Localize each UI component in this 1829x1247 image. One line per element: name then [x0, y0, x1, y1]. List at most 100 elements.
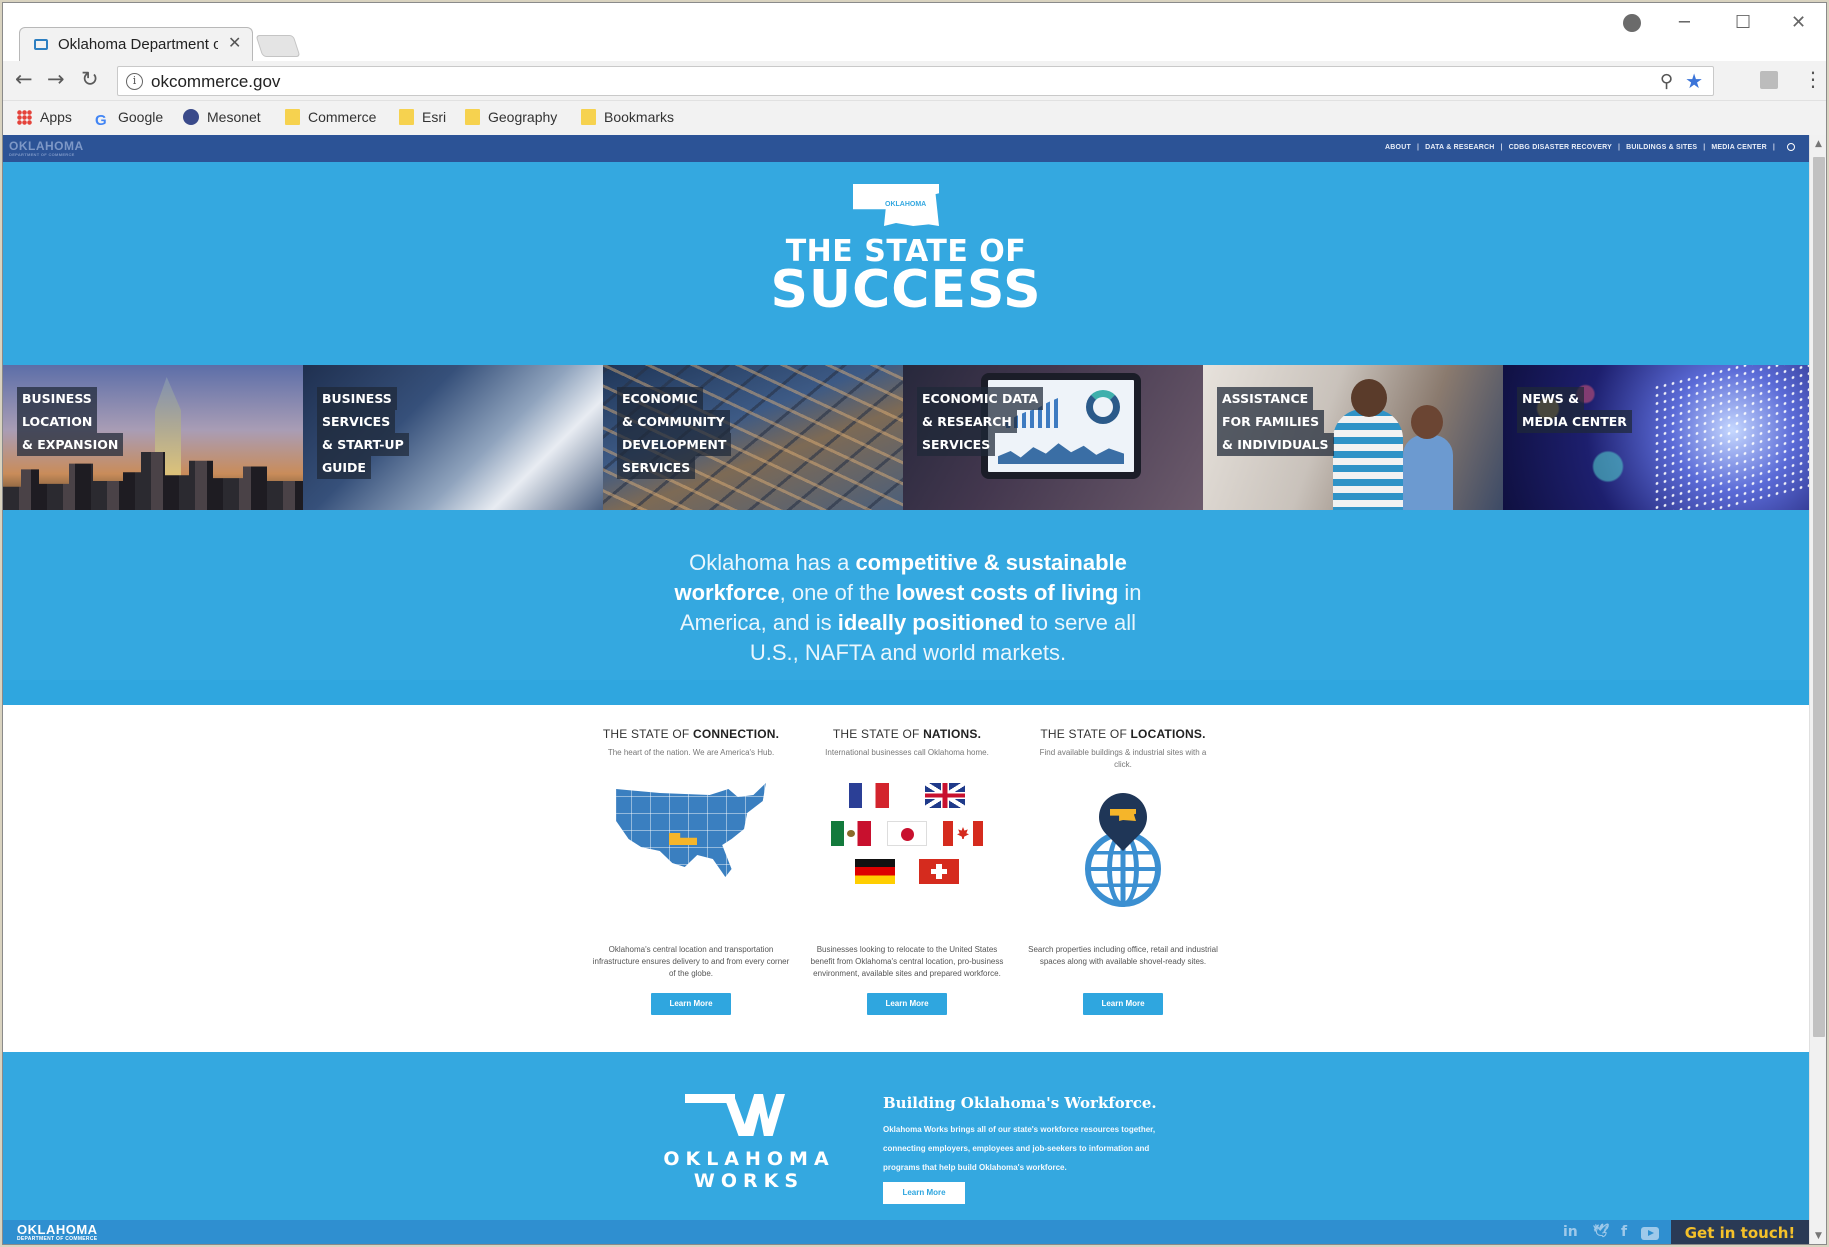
person-image	[1411, 405, 1443, 439]
site-logo-small[interactable]: OKLAHOMA DEPARTMENT OF COMMERCE	[9, 139, 84, 157]
scrollbar-thumb[interactable]	[1813, 157, 1825, 1037]
bookmark-bookmarks[interactable]: Bookmarks	[581, 109, 674, 125]
tile-label-line: & START-UP	[317, 433, 409, 456]
folder-icon	[581, 109, 596, 125]
bookmarks-bar: Apps G Google Mesonet Commerce Esri Geogr…	[3, 101, 1826, 135]
feature-description: Oklahoma's central location and transpor…	[592, 945, 790, 978]
tile-label-line: NEWS &	[1517, 387, 1585, 410]
get-in-touch-button[interactable]: Get in touch!	[1671, 1220, 1809, 1244]
back-arrow-icon[interactable]: ←	[15, 67, 33, 91]
tile-news-media[interactable]: NEWS & MEDIA CENTER	[1503, 365, 1809, 510]
browser-menu-icon[interactable]: ⋮	[1803, 67, 1823, 91]
extension-icon[interactable]	[1760, 71, 1778, 89]
tile-label-line: FOR FAMILIES	[1217, 410, 1325, 433]
tile-business-location[interactable]: BUSINESS LOCATION & EXPANSION	[3, 365, 303, 510]
nav-media-center[interactable]: MEDIA CENTER	[1711, 144, 1766, 151]
scroll-down-icon[interactable]: ▼	[1815, 1231, 1822, 1241]
tile-business-services[interactable]: BUSINESS SERVICES & START-UP GUIDE	[303, 365, 603, 510]
maximize-icon[interactable]: ☐	[1735, 12, 1751, 33]
sticky-footer-bar: OKLAHOMA DEPARTMENT OF COMMERCE in 🕊 f G…	[3, 1220, 1809, 1244]
features-section: THE STATE OF CONNECTION. The heart of th…	[3, 705, 1809, 1052]
tile-label: BUSINESS LOCATION & EXPANSION	[17, 387, 124, 456]
bookmark-commerce[interactable]: Commerce	[285, 109, 376, 125]
new-tab-button[interactable]	[255, 35, 301, 57]
nav-buildings-sites[interactable]: BUILDINGS & SITES	[1626, 144, 1697, 151]
feature-description: Search properties including office, reta…	[1028, 945, 1218, 966]
learn-more-locations-button[interactable]: Learn More	[1083, 993, 1163, 1015]
bookmark-label: Apps	[40, 109, 72, 125]
site-search-icon[interactable]	[1787, 143, 1795, 151]
feature-title-bold: CONNECTION.	[692, 727, 780, 741]
bookmark-star-icon[interactable]: ★	[1685, 69, 1703, 93]
tile-economic-community[interactable]: ECONOMIC & COMMUNITY DEVELOPMENT SERVICE…	[603, 365, 903, 510]
tile-economic-data[interactable]: ECONOMIC DATA & RESEARCH SERVICES	[903, 365, 1203, 510]
feature-title-prefix: THE STATE OF	[602, 727, 693, 741]
japan-flag-icon	[887, 821, 927, 846]
minimize-icon[interactable]: ─	[1679, 12, 1690, 33]
forward-arrow-icon[interactable]: →	[47, 67, 65, 91]
youtube-icon[interactable]	[1641, 1227, 1659, 1240]
folder-icon	[465, 109, 480, 125]
scroll-up-icon[interactable]: ▲	[1815, 139, 1822, 149]
footer-logo[interactable]: OKLAHOMA DEPARTMENT OF COMMERCE	[17, 1223, 98, 1242]
feature-title-prefix: THE STATE OF	[1040, 727, 1131, 741]
apps-grid-icon	[17, 110, 32, 125]
bookmark-esri[interactable]: Esri	[399, 109, 446, 125]
logo-subtext: DEPARTMENT OF COMMERCE	[9, 152, 75, 157]
tile-label-line: BUSINESS	[317, 387, 397, 410]
top-navigation: ABOUT | DATA & RESEARCH | CDBG DISASTER RE…	[1385, 143, 1795, 151]
feature-nations: THE STATE OF NATIONS. International busi…	[807, 727, 1007, 1015]
feature-locations: THE STATE OF LOCATIONS. Find available b…	[1023, 727, 1223, 1015]
tile-label-line: BUSINESS	[17, 387, 97, 410]
tile-label-line: SERVICES	[617, 456, 696, 479]
learn-more-nations-button[interactable]: Learn More	[867, 993, 947, 1015]
tab-title: Oklahoma Department o	[58, 36, 218, 53]
page-favicon-icon	[34, 39, 48, 50]
bookmark-apps[interactable]: Apps	[17, 109, 72, 125]
url-text[interactable]: okcommerce.gov	[151, 72, 280, 92]
nav-data-research[interactable]: DATA & RESEARCH	[1425, 144, 1494, 151]
us-map-state-lines	[616, 783, 766, 877]
profile-icon[interactable]	[1623, 14, 1641, 32]
site-info-icon[interactable]: i	[126, 73, 143, 90]
linkedin-icon[interactable]: in	[1563, 1224, 1578, 1240]
reload-icon[interactable]: ↻	[81, 67, 99, 91]
bookmark-label: Bookmarks	[604, 109, 675, 125]
tile-label-line: LOCATION	[17, 410, 98, 433]
facebook-icon[interactable]: f	[1621, 1224, 1627, 1240]
tile-label: ECONOMIC DATA & RESEARCH SERVICES	[917, 387, 1044, 456]
tile-label: ECONOMIC & COMMUNITY DEVELOPMENT SERVICE…	[617, 387, 732, 479]
bookmark-geography[interactable]: Geography	[465, 109, 557, 125]
bookmark-mesonet[interactable]: Mesonet	[183, 109, 261, 125]
tile-label-line: GUIDE	[317, 456, 371, 479]
nav-cdbg-disaster-recovery[interactable]: CDBG DISASTER RECOVERY	[1509, 144, 1612, 151]
close-tab-icon[interactable]: ✕	[228, 33, 241, 52]
browser-tab[interactable]: Oklahoma Department o ✕	[19, 27, 253, 62]
zoom-icon[interactable]: ⚲	[1660, 71, 1673, 92]
bookmark-google[interactable]: G Google	[95, 109, 163, 129]
tagline-emphasis: ideally positioned	[837, 610, 1024, 635]
child-image	[1403, 435, 1453, 510]
world-flags-icon	[807, 781, 1007, 901]
hero-banner: OKLAHOMA THE STATE OF SUCCESS	[3, 162, 1809, 365]
address-bar[interactable]: i okcommerce.gov ⚲ ★	[117, 66, 1714, 96]
tile-label-line: MEDIA CENTER	[1517, 410, 1632, 433]
tagline-emphasis: lowest costs of living	[895, 580, 1119, 605]
tile-label-line: & EXPANSION	[17, 433, 124, 456]
twitter-icon[interactable]: 🕊	[1593, 1224, 1610, 1239]
nav-about[interactable]: ABOUT	[1385, 144, 1411, 151]
tile-label-line: & INDIVIDUALS	[1217, 433, 1334, 456]
works-description: Oklahoma Works brings all of our state's…	[883, 1125, 1156, 1172]
close-window-icon[interactable]: ✕	[1791, 12, 1806, 33]
canada-flag-icon	[943, 821, 983, 846]
tagline-part: Oklahoma has a	[689, 550, 856, 575]
tile-label: ASSISTANCE FOR FAMILIES & INDIVIDUALS	[1217, 387, 1334, 456]
tile-assistance[interactable]: ASSISTANCE FOR FAMILIES & INDIVIDUALS	[1203, 365, 1503, 510]
learn-more-works-button[interactable]: Learn More	[883, 1182, 965, 1204]
switzerland-flag-icon	[919, 859, 959, 884]
folder-icon	[399, 109, 414, 125]
learn-more-connection-button[interactable]: Learn More	[651, 993, 731, 1015]
mesonet-icon	[183, 109, 199, 125]
oklahoma-state-shape-icon: OKLAHOMA	[853, 184, 939, 226]
page-scrollbar[interactable]: ▲ ▼	[1809, 135, 1826, 1244]
